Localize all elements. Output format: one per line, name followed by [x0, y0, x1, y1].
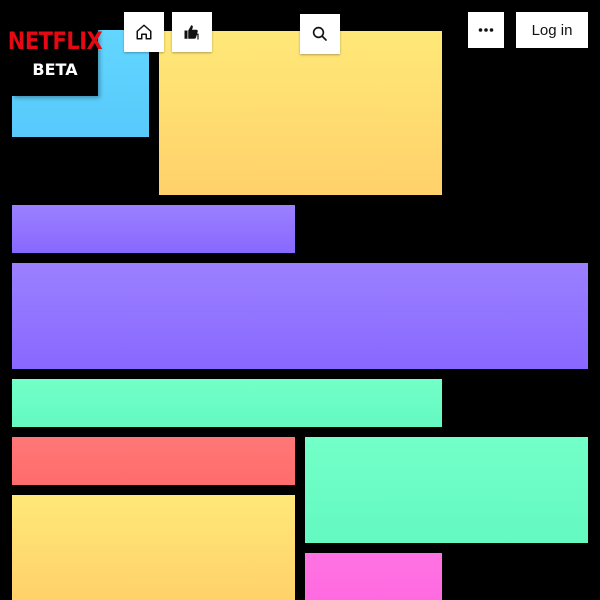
netflix-logo[interactable]: NETFLIX BETA: [8, 12, 103, 96]
content-tile[interactable]: [12, 495, 295, 600]
search-icon: [311, 25, 329, 43]
logo-beta-label: BETA: [32, 59, 78, 79]
content-tile[interactable]: [12, 263, 588, 369]
logo-wordmark: NETFLIX: [7, 26, 103, 55]
content-tile[interactable]: [305, 553, 442, 600]
login-button[interactable]: Log in: [516, 12, 588, 48]
ratings-button[interactable]: [172, 12, 212, 52]
search-button[interactable]: [300, 14, 340, 54]
content-tile[interactable]: [12, 437, 295, 485]
content-tile[interactable]: [12, 205, 295, 253]
page: NETFLIX BETA Log in: [0, 0, 600, 600]
home-button[interactable]: [124, 12, 164, 52]
home-icon: [135, 23, 153, 41]
thumbs-up-icon: [183, 23, 201, 41]
more-button[interactable]: [468, 12, 504, 48]
content-tile[interactable]: [12, 379, 442, 427]
content-tile[interactable]: [159, 31, 442, 195]
more-icon: [478, 27, 494, 33]
content-tile[interactable]: [305, 437, 588, 543]
